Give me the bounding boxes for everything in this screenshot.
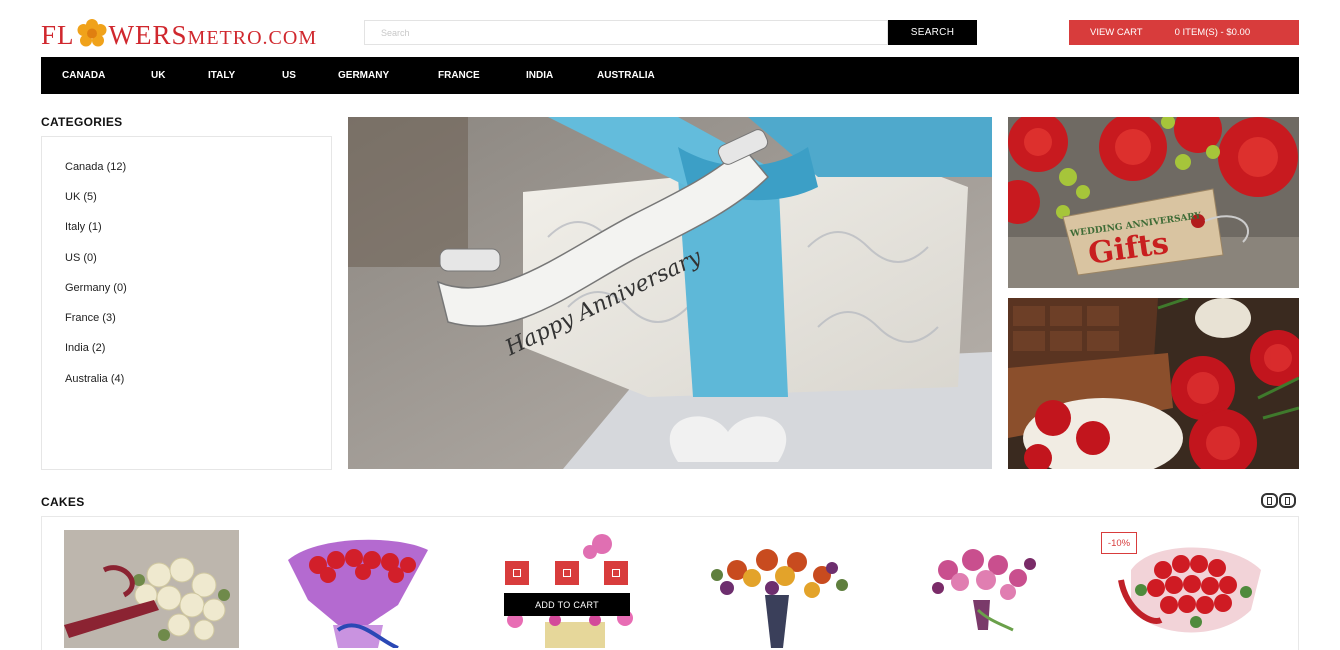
cart-items-summary: 0 ITEM(S) - $0.00 (1174, 27, 1251, 38)
discount-badge: -10% (1101, 532, 1137, 554)
category-item-germany[interactable]: Germany (0) (65, 282, 127, 294)
logo-text-part1: FL (41, 20, 75, 50)
category-item-uk[interactable]: UK (5) (65, 191, 97, 203)
view-cart-label: VIEW CART (1090, 27, 1143, 38)
product-image-white-roses (64, 530, 239, 648)
category-item-us[interactable]: US (0) (65, 252, 97, 264)
product-image-mixed-flowers-box (500, 530, 640, 648)
search-button[interactable]: SEARCH (888, 20, 977, 45)
anniversary-gift-banner[interactable]: Happy Anniversary (348, 117, 992, 469)
product-image-autumn-bouquet (697, 530, 857, 648)
nav-item-france[interactable]: FRANCE (438, 70, 480, 81)
category-item-italy[interactable]: Italy (1) (65, 221, 102, 233)
wedding-anniversary-gifts-banner[interactable]: WEDDING ANNIVERSARY Gifts (1008, 117, 1299, 288)
cakes-title: CAKES (41, 495, 85, 509)
nav-item-uk[interactable]: UK (151, 70, 165, 81)
view-cart-button[interactable]: VIEW CART 0 ITEM(S) - $0.00 (1069, 20, 1299, 45)
main-nav: CANADA UK ITALY US GERMANY FRANCE INDIA … (41, 57, 1299, 94)
nav-item-italy[interactable]: ITALY (208, 70, 235, 81)
carousel-next-icon[interactable] (1279, 493, 1296, 508)
product-card[interactable] (697, 530, 857, 648)
nav-item-india[interactable]: INDIA (526, 70, 553, 81)
search-input[interactable] (364, 20, 888, 45)
product-card[interactable] (500, 530, 640, 648)
carousel-prev-icon[interactable] (1261, 493, 1278, 508)
product-card[interactable] (64, 530, 239, 648)
product-card[interactable] (278, 530, 438, 648)
category-item-india[interactable]: India (2) (65, 342, 105, 354)
category-item-canada[interactable]: Canada (12) (65, 161, 126, 173)
product-image-pink-lily-bouquet (918, 530, 1043, 648)
site-logo[interactable]: FL WERS METRO.COM (41, 12, 317, 50)
chocolates-roses-banner[interactable] (1008, 298, 1299, 469)
nav-item-canada[interactable]: CANADA (62, 70, 105, 81)
logo-text-part3: METRO.COM (187, 27, 318, 49)
flower-icon (76, 18, 108, 50)
logo-text-part2: WERS (108, 20, 188, 50)
wishlist-icon[interactable] (505, 561, 529, 585)
product-image-red-roses-purple-wrap (278, 530, 438, 648)
nav-item-us[interactable]: US (282, 70, 296, 81)
category-item-france[interactable]: France (3) (65, 312, 116, 324)
compare-icon[interactable] (555, 561, 579, 585)
add-to-cart-button[interactable]: ADD TO CART (504, 593, 630, 616)
nav-item-australia[interactable]: AUSTRALIA (597, 70, 655, 81)
category-item-australia[interactable]: Australia (4) (65, 373, 124, 385)
quick-view-icon[interactable] (604, 561, 628, 585)
categories-title: CATEGORIES (41, 115, 123, 129)
nav-item-germany[interactable]: GERMANY (338, 70, 389, 81)
product-card[interactable] (918, 530, 1043, 648)
carousel-controls (1261, 493, 1296, 508)
categories-panel: Canada (12) UK (5) Italy (1) US (0) Germ… (41, 136, 332, 470)
